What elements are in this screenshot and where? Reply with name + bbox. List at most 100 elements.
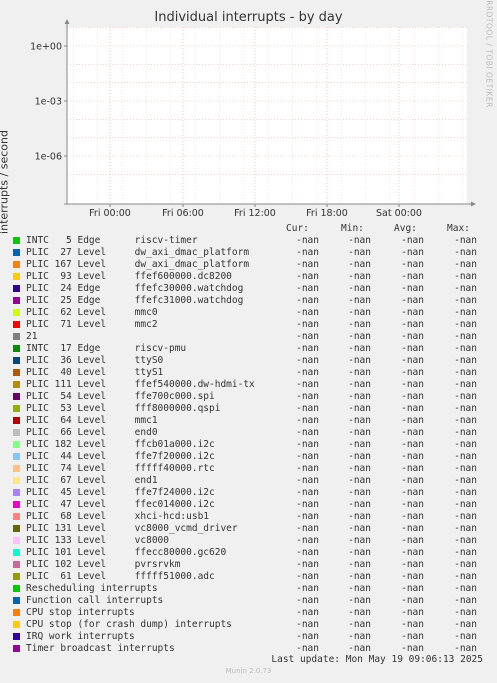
legend-row: INTC 5 Edge riscv-timer -nan -nan -nan -nan (0, 235, 497, 247)
legend-value-cur: -nan (296, 499, 319, 510)
legend-value-avg: -nan (401, 235, 424, 246)
legend-value-avg: -nan (401, 247, 424, 258)
legend-swatch (13, 309, 20, 316)
legend-label: PLIC 40 Level ttyS1 (26, 367, 164, 378)
plot-area (67, 27, 467, 204)
legend-value-max: -nan (454, 523, 477, 534)
legend-label: PLIC 27 Level dw_axi_dmac_platform (26, 247, 250, 258)
legend-value-cur: -nan (296, 631, 319, 642)
legend-value-cur: -nan (296, 271, 319, 282)
legend-value-max: -nan (454, 295, 477, 306)
legend-row: PLIC 133 Level vc8000 -nan -nan -nan -nan (0, 535, 497, 547)
legend-swatch (13, 345, 20, 352)
legend-value-max: -nan (454, 607, 477, 618)
legend-swatch (13, 321, 20, 328)
legend-value-cur: -nan (296, 511, 319, 522)
legend-swatch (13, 501, 20, 508)
legend-value-cur: -nan (296, 547, 319, 558)
legend-value-max: -nan (454, 271, 477, 282)
legend-value-min: -nan (348, 463, 371, 474)
legend-value-max: -nan (454, 427, 477, 438)
legend-value-max: -nan (454, 283, 477, 294)
legend-row: PLIC 74 Level fffff40000.rtc -nan -nan -nan… (0, 463, 497, 475)
legend-label: IRQ work interrupts (26, 631, 135, 642)
legend-value-min: -nan (348, 487, 371, 498)
legend-value-max: -nan (454, 511, 477, 522)
legend-value-cur: -nan (296, 235, 319, 246)
legend-value-max: -nan (454, 571, 477, 582)
legend-value-cur: -nan (296, 343, 319, 354)
legend-row: PLIC 27 Level dw_axi_dmac_platform -nan -n… (0, 247, 497, 259)
legend-label: PLIC 71 Level mmc2 (26, 319, 158, 330)
legend-value-max: -nan (454, 535, 477, 546)
legend-value-max: -nan (454, 595, 477, 606)
legend-label: Timer broadcast interrupts (26, 643, 175, 654)
legend-value-avg: -nan (401, 571, 424, 582)
legend-value-cur: -nan (296, 583, 319, 594)
legend-swatch (13, 333, 20, 340)
legend-value-min: -nan (348, 403, 371, 414)
legend-label: PLIC 167 Level dw_axi_dmac_platform (26, 259, 250, 270)
legend-value-cur: -nan (296, 415, 319, 426)
legend-swatch (13, 465, 20, 472)
legend-row: PLIC 64 Level mmc1 -nan -nan -nan -nan (0, 415, 497, 427)
legend-value-cur: -nan (296, 403, 319, 414)
legend-value-max: -nan (454, 463, 477, 474)
legend-swatch (13, 597, 20, 604)
legend-swatch (13, 477, 20, 484)
legend-value-max: -nan (454, 547, 477, 558)
legend-header: Cur: Min: Avg: Max: (0, 223, 497, 235)
legend-value-max: -nan (454, 379, 477, 390)
legend-value-min: -nan (348, 367, 371, 378)
legend-value-avg: -nan (401, 463, 424, 474)
legend-value-avg: -nan (401, 487, 424, 498)
legend-label: PLIC 24 Edge ffefc30000.watchdog (26, 283, 244, 294)
legend-label: PLIC 53 Level fff8000000.qspi (26, 403, 221, 414)
legend-row: PLIC 62 Level mmc0 -nan -nan -nan -nan (0, 307, 497, 319)
legend-swatch (13, 297, 20, 304)
legend-value-avg: -nan (401, 547, 424, 558)
legend-value-avg: -nan (401, 319, 424, 330)
legend-row: PLIC 93 Level ffef600000.dc8200 -nan -nan -… (0, 271, 497, 283)
legend-value-max: -nan (454, 367, 477, 378)
legend-row: PLIC 54 Level ffe700c000.spi -nan -nan -nan… (0, 391, 497, 403)
legend-value-min: -nan (348, 343, 371, 354)
legend-swatch (13, 441, 20, 448)
legend-value-cur: -nan (296, 559, 319, 570)
legend-value-min: -nan (348, 559, 371, 570)
legend-label: PLIC 131 Level vc8000_vcmd_driver (26, 523, 238, 534)
legend-row: PLIC 25 Edge ffefc31000.watchdog -nan -nan… (0, 295, 497, 307)
legend-value-max: -nan (454, 583, 477, 594)
legend-label: PLIC 61 Level fffff51000.adc (26, 571, 215, 582)
legend-value-cur: -nan (296, 391, 319, 402)
legend-value-avg: -nan (401, 379, 424, 390)
legend-value-cur: -nan (296, 463, 319, 474)
x-tick-label: Fri 18:00 (306, 208, 348, 219)
legend-row: PLIC 71 Level mmc2 -nan -nan -nan -nan (0, 319, 497, 331)
legend-value-cur: -nan (296, 475, 319, 486)
legend-row: CPU stop interrupts -nan -nan -nan -nan (0, 607, 497, 619)
legend-row: PLIC 24 Edge ffefc30000.watchdog -nan -nan… (0, 283, 497, 295)
legend-label: CPU stop interrupts (26, 607, 135, 618)
legend-value-avg: -nan (401, 607, 424, 618)
legend-value-min: -nan (348, 535, 371, 546)
legend-swatch (13, 357, 20, 364)
legend-row: CPU stop (for crash dump) interrupts -nan… (0, 619, 497, 631)
legend-row: PLIC 40 Level ttyS1 -nan -nan -nan -nan (0, 367, 497, 379)
legend-value-avg: -nan (401, 391, 424, 402)
legend-row: PLIC 47 Level ffec014000.i2c -nan -nan -nan… (0, 499, 497, 511)
legend-value-max: -nan (454, 403, 477, 414)
legend-swatch (13, 561, 20, 568)
legend-row: PLIC 36 Level ttyS0 -nan -nan -nan -nan (0, 355, 497, 367)
legend-swatch (13, 621, 20, 628)
legend-row: PLIC 131 Level vc8000_vcmd_driver -nan -na… (0, 523, 497, 535)
legend-row: 21 -nan -nan -nan -nan (0, 331, 497, 343)
legend-label: Function call interrupts (26, 595, 164, 606)
legend-row: Rescheduling interrupts -nan -nan -nan -nan (0, 583, 497, 595)
legend-swatch (13, 285, 20, 292)
legend-label: PLIC 47 Level ffec014000.i2c (26, 499, 215, 510)
legend-swatch (13, 417, 20, 424)
legend-row: PLIC 44 Level ffe7f20000.i2c -nan -nan -nan… (0, 451, 497, 463)
legend-value-min: -nan (348, 379, 371, 390)
legend-value-avg: -nan (401, 343, 424, 354)
